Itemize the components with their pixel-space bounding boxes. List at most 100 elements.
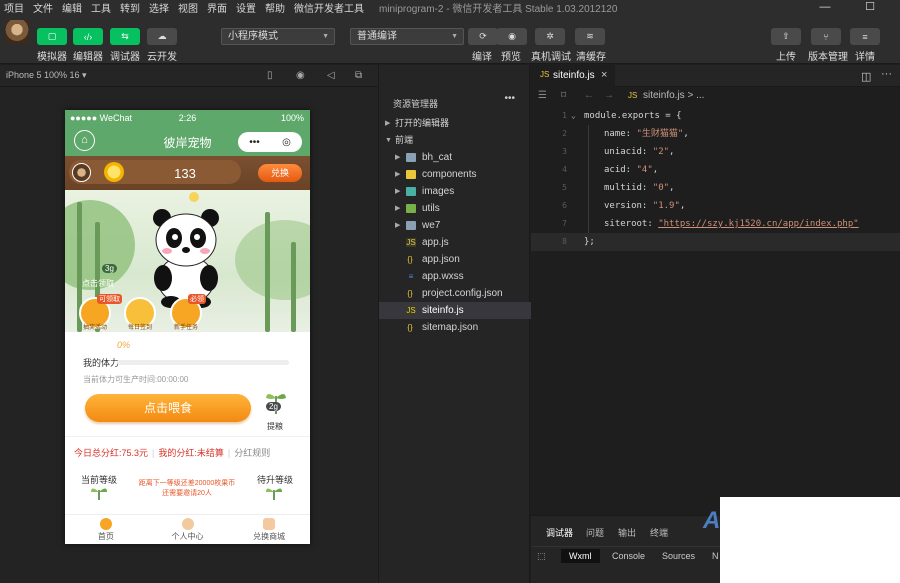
menu-project[interactable]: 项目: [4, 0, 24, 15]
details-button[interactable]: ≡: [850, 28, 880, 45]
tree-item-project-config[interactable]: {} project.config.json: [379, 285, 531, 302]
bookmark-icon[interactable]: ⌑: [561, 90, 566, 101]
close-icon[interactable]: ×: [601, 69, 607, 81]
debugger-button[interactable]: ⇆: [110, 28, 140, 45]
upload-button[interactable]: ⇧: [771, 28, 801, 45]
tree-item-label: siteinfo.js: [422, 305, 464, 316]
tree-item-components[interactable]: ▶ components: [379, 166, 531, 183]
cloud-button[interactable]: ☁: [147, 28, 177, 45]
inspect-icon[interactable]: ⬚: [537, 551, 546, 562]
task-tag: 必领: [188, 294, 206, 304]
menu-view[interactable]: 视图: [178, 0, 198, 15]
editor-tab-label: siteinfo.js: [553, 70, 595, 81]
tab-home[interactable]: 首页: [65, 515, 147, 544]
battery: 100%: [280, 113, 304, 123]
css-icon: ≡: [408, 272, 414, 281]
menu-select[interactable]: 选择: [149, 0, 169, 15]
tab-profile[interactable]: 个人中心: [147, 515, 229, 544]
back-icon[interactable]: ←: [584, 90, 594, 101]
menu-wechat-devtools[interactable]: 微信开发者工具: [294, 0, 364, 15]
menu-goto[interactable]: 转到: [120, 0, 140, 15]
tree-item-label: app.js: [422, 237, 449, 248]
tree-item-images[interactable]: ▶ images: [379, 183, 531, 200]
exchange-button[interactable]: 兑换: [258, 164, 302, 182]
tree-item-sitemap-json[interactable]: {} sitemap.json: [379, 319, 531, 336]
tab-terminal[interactable]: 终端: [650, 526, 668, 539]
open-editors-section[interactable]: ▶ 打开的编辑器: [379, 115, 531, 132]
fold-icon[interactable]: ⌄: [571, 107, 576, 125]
stamina-progress: [117, 360, 289, 365]
tab-console[interactable]: Console: [612, 551, 645, 561]
user-avatar[interactable]: [5, 20, 29, 44]
tab-wxml[interactable]: Wxml: [561, 549, 600, 563]
window-icon[interactable]: ⧉: [355, 70, 362, 81]
tree-item-bh_cat[interactable]: ▶ bh_cat: [379, 149, 531, 166]
tree-item-we7[interactable]: ▶ we7: [379, 217, 531, 234]
debug-panel: 调试器 问题 输出 终端 ⬚ Wxml Console Sources N: [531, 515, 720, 583]
status-bar: ●●●●● WeChat 2:26 100%: [65, 110, 310, 126]
more-icon[interactable]: •••: [249, 137, 260, 148]
open-editors-label: 打开的编辑器: [395, 118, 450, 128]
list-icon[interactable]: ☰: [538, 90, 547, 101]
tab-problems[interactable]: 问题: [586, 526, 604, 539]
tab-shop[interactable]: 兑换商城: [228, 515, 310, 544]
clear-cache-button[interactable]: ≋: [575, 28, 605, 45]
menu-edit[interactable]: 编辑: [62, 0, 82, 15]
clear-cache-label: 清缓存: [576, 52, 606, 63]
tab-sources[interactable]: Sources: [662, 551, 695, 561]
device-debug-button[interactable]: ✲: [535, 28, 565, 45]
menu-interface[interactable]: 界面: [207, 0, 227, 15]
editor-button[interactable]: ‹/›: [73, 28, 103, 45]
menu-help[interactable]: 帮助: [265, 0, 285, 15]
breadcrumb: ☰ ⌑ ← → JS siteinfo.js > ...: [531, 87, 900, 107]
device-debug-label: 真机调试: [531, 52, 571, 63]
coin-icon: [104, 162, 124, 182]
gift-icon: [263, 518, 276, 530]
tree-item-siteinfo-js[interactable]: JS siteinfo.js: [379, 302, 531, 319]
forward-icon[interactable]: →: [604, 90, 614, 101]
simulator-button[interactable]: ▢: [37, 28, 67, 45]
more-icon[interactable]: •••: [504, 93, 515, 104]
version-button[interactable]: ⑂: [811, 28, 841, 45]
maximize-icon[interactable]: ☐: [855, 0, 885, 14]
avatar[interactable]: [72, 163, 91, 182]
tab-output[interactable]: 输出: [618, 526, 636, 539]
minimize-icon[interactable]: —: [810, 0, 840, 14]
timing-label[interactable]: 提粮: [267, 421, 283, 432]
tree-item-app-wxss[interactable]: ≡ app.wxss: [379, 268, 531, 285]
device-select[interactable]: iPhone 5 100% 16 ▾: [6, 70, 87, 81]
tree-item-utils[interactable]: ▶ utils: [379, 200, 531, 217]
menu-settings[interactable]: 设置: [236, 0, 256, 15]
chevron-down-icon: ▼: [385, 137, 392, 144]
tree-item-app-js[interactable]: JS app.js: [379, 234, 531, 251]
more-icon[interactable]: ···: [881, 68, 892, 80]
bonus-row: 今日总分红:75.3元 | 我的分红:未结算 | 分红规则: [74, 446, 270, 459]
json-icon: {}: [407, 323, 413, 332]
close-icon[interactable]: ◎: [282, 137, 291, 148]
volume-icon[interactable]: ◁: [327, 70, 335, 81]
compile-button[interactable]: ⟳: [468, 28, 498, 45]
tab-debugger[interactable]: 调试器: [546, 526, 573, 539]
breadcrumb-path[interactable]: siteinfo.js > ...: [643, 90, 704, 101]
code-area[interactable]: 1 ⌄ module.exports = { 2 name: "生财猫猫", 3 uni…: [531, 107, 900, 251]
preview-button[interactable]: ◉: [497, 28, 527, 45]
compile-select[interactable]: 普通编译 ▼: [350, 28, 464, 45]
panda-icon[interactable]: [145, 208, 227, 308]
checkin-caption: 每日签到: [127, 325, 152, 331]
menu-tools[interactable]: 工具: [91, 0, 111, 15]
divider: [65, 436, 310, 437]
feed-button[interactable]: 点击喂食: [85, 394, 251, 422]
mode-select[interactable]: 小程序模式 ▼: [221, 28, 335, 45]
coin-count: 133: [174, 166, 196, 181]
bamboo: [291, 242, 296, 332]
tab-network[interactable]: N: [712, 551, 719, 561]
split-editor-icon[interactable]: ◫: [861, 70, 871, 83]
tree-item-app-json[interactable]: {} app.json: [379, 251, 531, 268]
bonus-rules-link[interactable]: 分红规则: [234, 448, 270, 458]
record-icon[interactable]: ◉: [296, 70, 305, 81]
menu-file[interactable]: 文件: [33, 0, 53, 15]
root-folder[interactable]: ▼ 前端: [379, 132, 531, 149]
phone-icon[interactable]: ▯: [267, 70, 273, 81]
tab-siteinfo-js[interactable]: JS siteinfo.js ×: [531, 65, 615, 87]
simulator-icon: ▢: [47, 31, 57, 41]
